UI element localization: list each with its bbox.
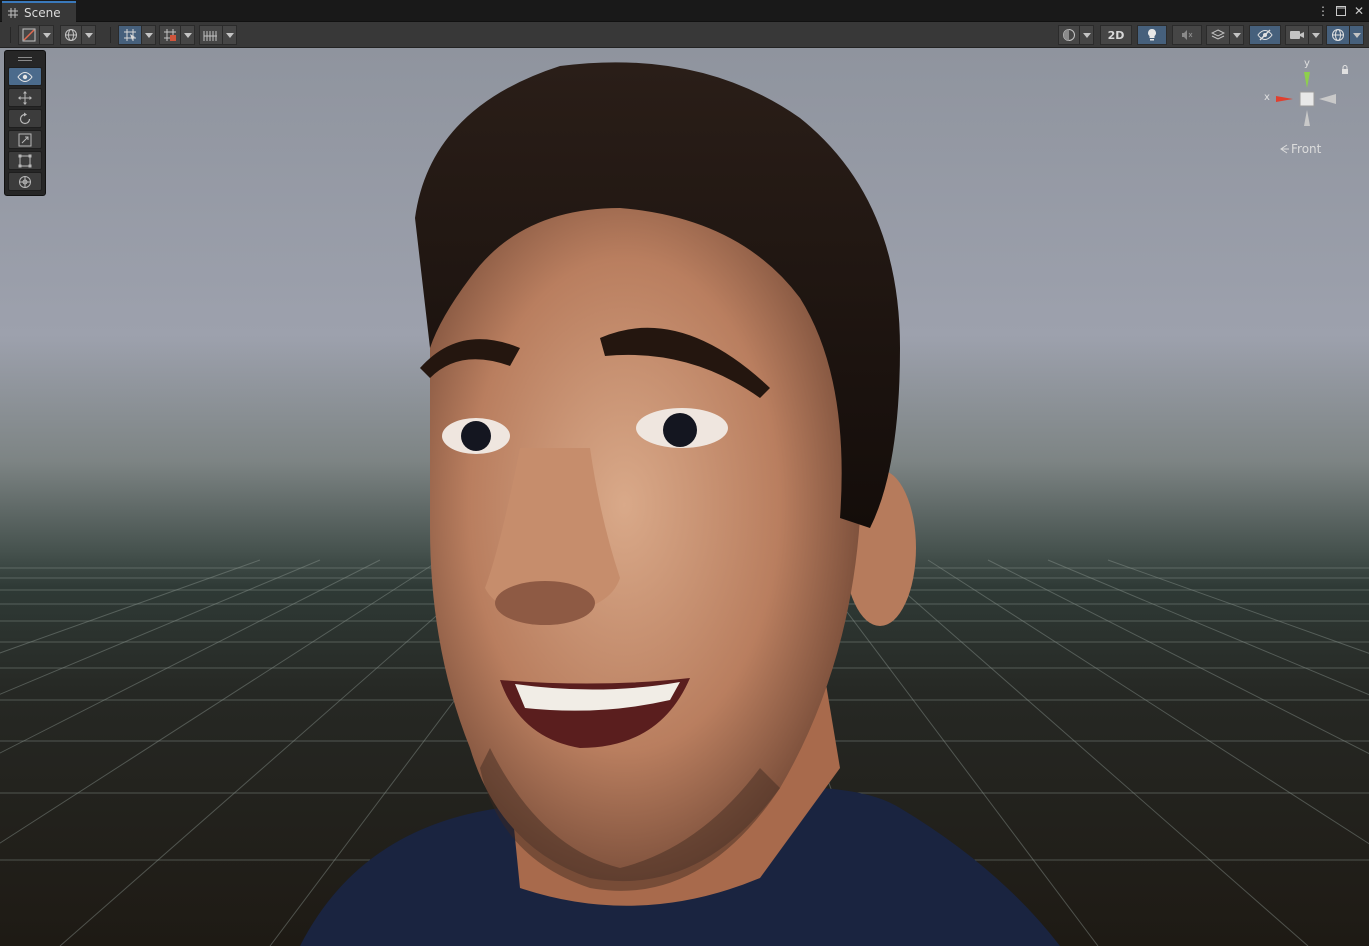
grid-snap-icon xyxy=(124,29,136,41)
render-globe-group xyxy=(60,25,96,45)
view-label-text: Front xyxy=(1291,142,1322,156)
lightbulb-icon xyxy=(1148,29,1156,41)
eye-icon xyxy=(17,71,33,82)
rotate-icon xyxy=(19,112,31,124)
shaded-draw-mode-icon xyxy=(22,28,36,42)
orientation-gizmo[interactable]: y x Front xyxy=(1261,58,1351,162)
axis-gizmo-graphic xyxy=(1276,72,1336,126)
tab-scene[interactable]: Scene xyxy=(2,1,76,22)
scene-toolbar: 2D xyxy=(0,22,1369,48)
gizmos-toggle[interactable] xyxy=(1326,25,1350,45)
mode-2d-label: 2D xyxy=(1107,28,1125,42)
hidden-objects-toggle[interactable] xyxy=(1249,25,1281,45)
chevron-down-icon xyxy=(1082,32,1091,38)
audio-mute-icon xyxy=(1182,30,1193,40)
mode-2d-toggle[interactable]: 2D xyxy=(1100,25,1132,45)
sphere-shading-icon xyxy=(1063,29,1075,41)
camera-group xyxy=(1285,25,1323,45)
render-globe-dropdown[interactable] xyxy=(82,25,96,45)
chevron-down-icon xyxy=(84,32,93,38)
maximize-icon[interactable] xyxy=(1335,3,1347,19)
grid-plane-icon xyxy=(164,29,176,41)
grid-snap-dropdown[interactable] xyxy=(142,25,156,45)
scene-effects-button[interactable] xyxy=(1206,25,1230,45)
grid-visibility-button[interactable] xyxy=(159,25,181,45)
grid-visibility-dropdown[interactable] xyxy=(181,25,195,45)
rect-tool[interactable] xyxy=(8,151,42,170)
chevron-down-icon xyxy=(1352,32,1361,38)
chevron-down-icon xyxy=(183,32,192,38)
more-options-icon[interactable]: ⋮ xyxy=(1317,3,1329,19)
chevron-left-icon xyxy=(1280,144,1289,154)
draw-mode-button[interactable] xyxy=(18,25,40,45)
lighting-group xyxy=(1137,25,1167,45)
draw-mode-dropdown[interactable] xyxy=(40,25,54,45)
shading-group xyxy=(1058,25,1094,45)
view-tool[interactable] xyxy=(8,67,42,86)
tab-bar: Scene ⋮ ✕ xyxy=(0,0,1369,22)
chevron-down-icon xyxy=(144,32,153,38)
shading-mode-button[interactable] xyxy=(1058,25,1080,45)
grid-hash-icon xyxy=(8,7,18,18)
effects-group xyxy=(1206,25,1244,45)
chevron-down-icon xyxy=(1311,32,1320,38)
chevron-down-icon xyxy=(1232,32,1241,38)
toolbar-separator xyxy=(10,27,11,43)
lock-icon[interactable] xyxy=(1341,63,1349,77)
scene-window: Scene ⋮ ✕ 2D y x Front xyxy=(0,0,1369,946)
camera-icon xyxy=(1290,31,1304,39)
scene-effects-dropdown[interactable] xyxy=(1230,25,1244,45)
increment-snap-group xyxy=(199,25,237,45)
hidden-objects-group xyxy=(1249,25,1281,45)
scale-tool[interactable] xyxy=(8,130,42,149)
layers-effects-icon xyxy=(1211,29,1225,40)
eye-slash-icon xyxy=(1257,29,1273,41)
gizmos-group xyxy=(1326,25,1364,45)
scene-camera-button[interactable] xyxy=(1285,25,1309,45)
scene-camera-dropdown[interactable] xyxy=(1309,25,1323,45)
increment-snap-dropdown[interactable] xyxy=(223,25,237,45)
chevron-down-icon xyxy=(42,32,51,38)
globe-icon xyxy=(65,29,77,41)
x-axis-label: x xyxy=(1264,92,1270,103)
transform-tool[interactable] xyxy=(8,172,42,191)
audio-group xyxy=(1172,25,1202,45)
scene-render xyxy=(0,48,1369,946)
rotate-tool[interactable] xyxy=(8,109,42,128)
gizmo-globe-icon xyxy=(1332,29,1344,41)
tool-palette xyxy=(4,50,46,196)
palette-grip-handle[interactable] xyxy=(8,54,42,64)
shading-mode-dropdown[interactable] xyxy=(1080,25,1094,45)
move-arrows-icon xyxy=(18,90,32,105)
increment-snap-button[interactable] xyxy=(199,25,223,45)
render-globe-button[interactable] xyxy=(60,25,82,45)
toolbar-separator xyxy=(110,27,111,43)
y-axis-label: y xyxy=(1304,58,1310,69)
close-icon[interactable]: ✕ xyxy=(1353,3,1365,19)
scene-audio-toggle[interactable] xyxy=(1172,25,1202,45)
grid-visibility-group xyxy=(159,25,195,45)
scene-lighting-toggle[interactable] xyxy=(1137,25,1167,45)
grid-snap-toggle[interactable] xyxy=(118,25,142,45)
scene-viewport[interactable]: y x Front xyxy=(0,48,1369,946)
mode-2d-group: 2D xyxy=(1100,25,1132,45)
draw-mode-group xyxy=(18,25,54,45)
ruler-snap-icon xyxy=(203,31,217,41)
chevron-down-icon xyxy=(225,32,234,38)
rect-transform-icon xyxy=(18,154,32,167)
tab-title: Scene xyxy=(24,5,61,20)
gizmos-dropdown[interactable] xyxy=(1350,25,1364,45)
view-label[interactable]: Front xyxy=(1279,142,1321,156)
transform-globe-icon xyxy=(19,175,31,188)
move-tool[interactable] xyxy=(8,88,42,107)
scale-icon xyxy=(18,133,32,146)
grid-snap-group xyxy=(118,25,156,45)
